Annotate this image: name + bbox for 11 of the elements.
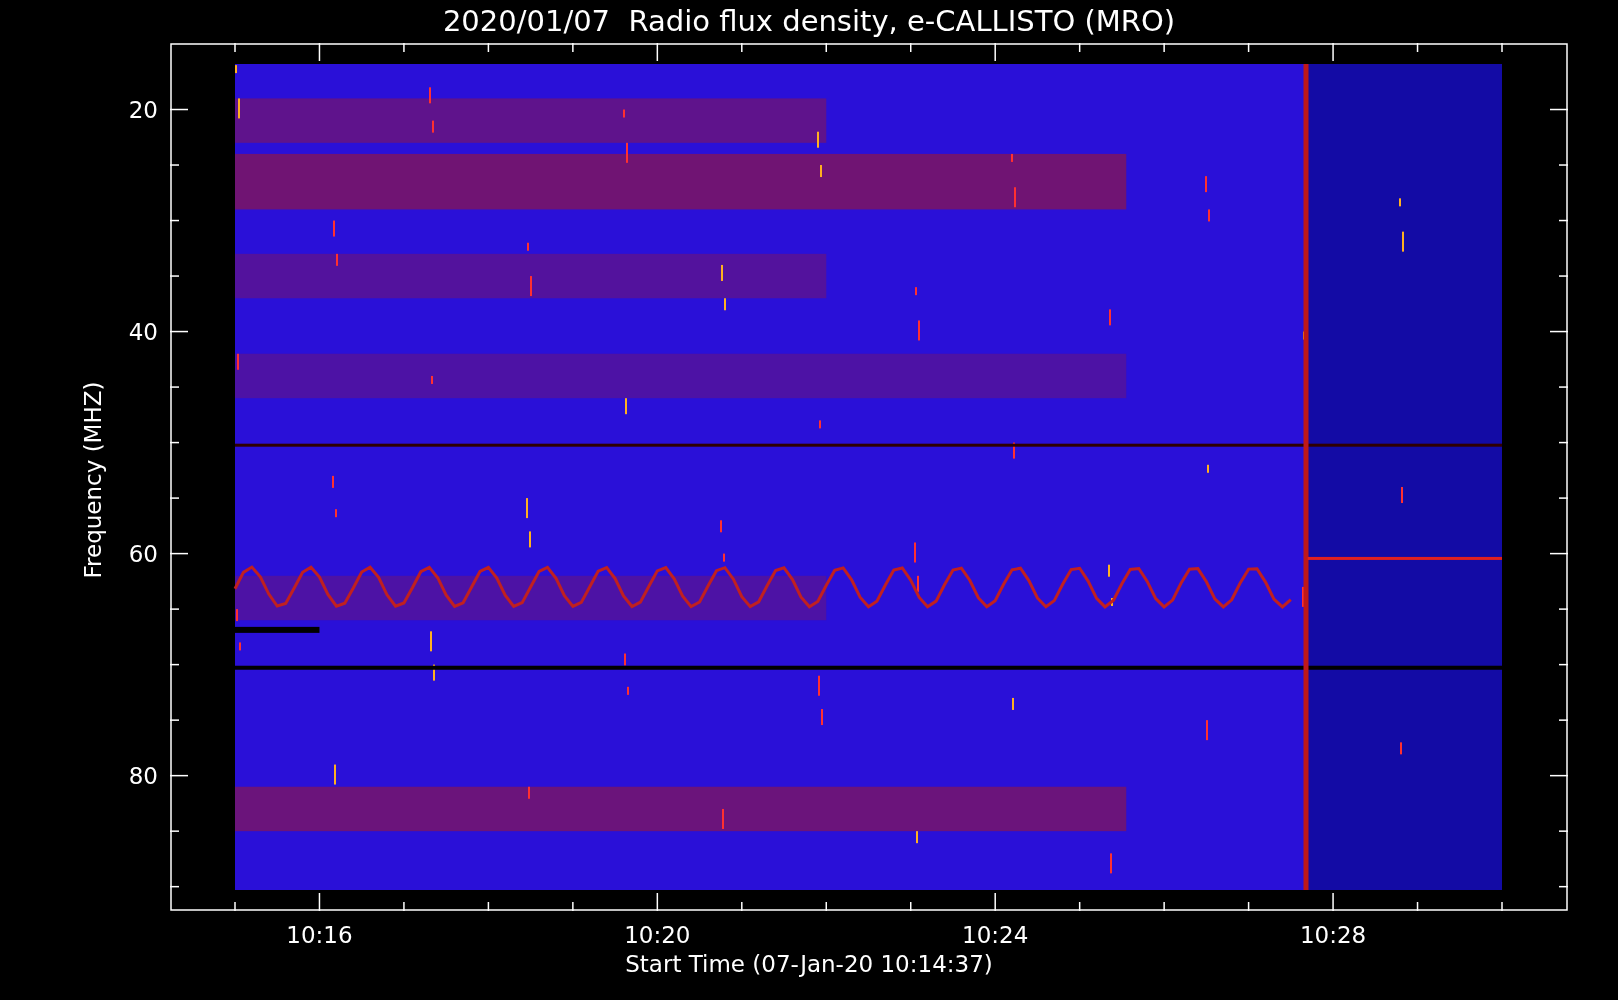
tick-label: 10:28 <box>1298 922 1368 948</box>
tick-label: 10:24 <box>961 922 1030 948</box>
tick-label: 20 <box>128 96 158 123</box>
tick-label: 40 <box>128 318 158 345</box>
tick-label: 10:20 <box>623 922 692 948</box>
plot-title: 2020/01/07 Radio flux density, e-CALLISTO (MRO) <box>442 4 1176 38</box>
axis-label: Frequency (MHZ) <box>80 381 106 579</box>
tick-label: 80 <box>128 762 158 789</box>
axis-label: Start Time (07-Jan-20 10:14:37) <box>625 951 993 977</box>
tick-label: 60 <box>128 540 158 567</box>
tick-label: 10:16 <box>285 922 354 948</box>
